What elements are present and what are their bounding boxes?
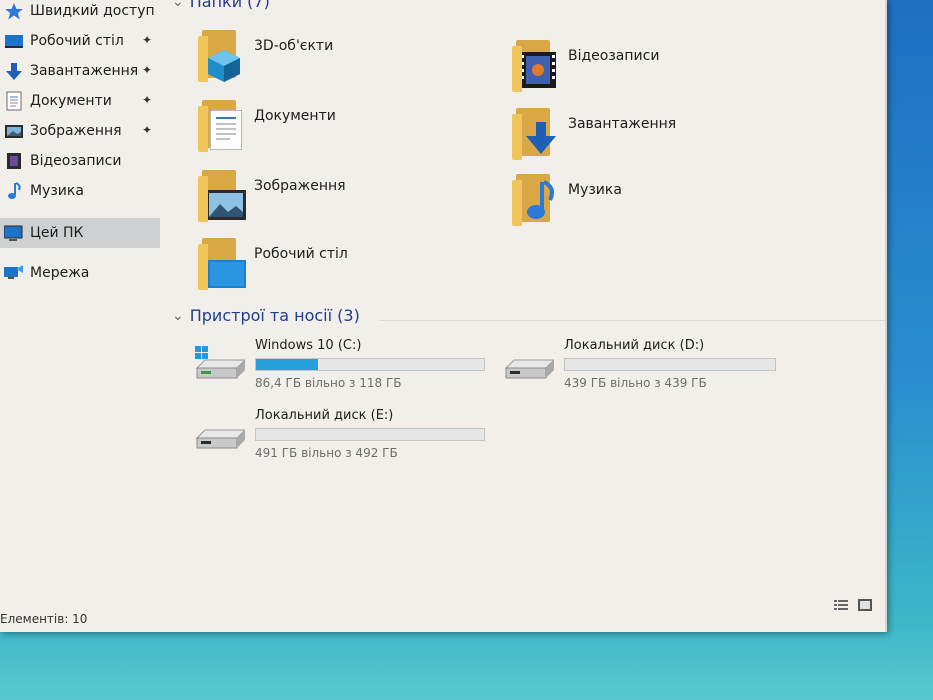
sidebar-item-label: Музика — [30, 183, 84, 199]
sidebar-quick-access[interactable]: Швидкий доступ — [0, 0, 160, 26]
music-note-icon — [4, 181, 24, 201]
drive-c[interactable]: Windows 10 (C:) 86,4 ГБ вільно з 118 ГБ — [193, 338, 493, 398]
sidebar-item-pictures[interactable]: Зображення ✦ — [0, 116, 160, 146]
chevron-down-icon: ⌄ — [172, 0, 184, 10]
folder-label: Документи — [254, 108, 336, 124]
sidebar-item-videos[interactable]: Відеозаписи — [0, 146, 160, 176]
drive-icon — [193, 420, 245, 450]
sidebar-item-this-pc[interactable]: Цей ПК — [0, 218, 160, 248]
pictures-folder-icon — [198, 170, 246, 222]
pin-icon[interactable]: ✦ — [142, 63, 152, 77]
folder-label: Відеозаписи — [568, 48, 660, 64]
sidebar-item-label: Мережа — [30, 265, 90, 281]
drive-usage-bar — [255, 358, 485, 371]
3d-objects-folder-icon — [198, 30, 246, 82]
file-explorer-window: Швидкий доступ Робочий стіл ✦ Завантажен… — [0, 0, 887, 632]
sidebar-item-label: Документи — [30, 93, 112, 109]
folders-group-header[interactable]: ⌄ Папки (7) — [172, 0, 270, 11]
drive-name: Локальний диск (E:) — [255, 408, 394, 423]
pin-icon[interactable]: ✦ — [142, 123, 152, 137]
videos-folder-icon — [512, 40, 560, 92]
image-icon — [4, 121, 24, 141]
drive-free-space: 491 ГБ вільно з 492 ГБ — [255, 446, 398, 460]
sidebar-item-label: Швидкий доступ — [30, 3, 155, 19]
document-icon — [4, 91, 24, 111]
folder-desktop[interactable]: Робочий стіл — [198, 238, 498, 298]
star-icon — [4, 1, 24, 21]
large-icons-view-icon[interactable] — [858, 596, 872, 611]
drive-e[interactable]: Локальний диск (E:) 491 ГБ вільно з 492 … — [193, 408, 493, 468]
group-title: Пристрої та носії (3) — [189, 306, 360, 325]
downloads-folder-icon — [512, 108, 560, 160]
details-view-icon[interactable] — [834, 596, 848, 610]
group-divider — [380, 320, 885, 321]
sidebar-item-downloads[interactable]: Завантаження ✦ — [0, 56, 160, 86]
folder-label: Зображення — [254, 178, 346, 194]
drive-usage-fill — [256, 359, 318, 370]
folder-music[interactable]: Музика — [512, 174, 812, 234]
computer-icon — [3, 223, 24, 243]
drive-icon — [502, 350, 554, 380]
sidebar-item-label: Цей ПК — [30, 225, 84, 241]
folder-label: Музика — [568, 182, 622, 198]
pin-icon[interactable]: ✦ — [142, 33, 152, 47]
sidebar-item-label: Зображення — [30, 123, 122, 139]
folder-documents[interactable]: Документи — [198, 100, 498, 160]
drive-free-space: 439 ГБ вільно з 439 ГБ — [564, 376, 707, 390]
drive-name: Локальний диск (D:) — [564, 338, 705, 353]
sidebar-item-label: Відеозаписи — [30, 153, 122, 169]
chevron-down-icon: ⌄ — [172, 307, 184, 324]
desktop-icon — [4, 31, 24, 51]
sidebar-item-desktop[interactable]: Робочий стіл ✦ — [0, 26, 160, 56]
devices-group-header[interactable]: ⌄ Пристрої та носії (3) — [172, 306, 360, 325]
sidebar-item-music[interactable]: Музика — [0, 176, 160, 206]
folder-3d-objects[interactable]: 3D-об'єкти — [198, 30, 498, 90]
drive-free-space: 86,4 ГБ вільно з 118 ГБ — [255, 376, 402, 390]
documents-folder-icon — [198, 100, 246, 152]
group-title: Папки (7) — [189, 0, 270, 11]
folder-videos[interactable]: Відеозаписи — [512, 40, 812, 100]
sidebar-item-label: Завантаження — [30, 63, 139, 79]
drive-usage-bar — [255, 428, 485, 441]
download-arrow-icon — [4, 61, 24, 81]
windows-drive-icon — [193, 346, 245, 380]
sidebar-item-label: Робочий стіл — [30, 33, 124, 49]
sidebar-item-network[interactable]: Мережа — [0, 258, 160, 288]
drive-d[interactable]: Локальний диск (D:) 439 ГБ вільно з 439 … — [502, 338, 802, 398]
folder-label: Завантаження — [568, 116, 677, 132]
desktop-folder-icon — [198, 238, 246, 290]
folder-label: Робочий стіл — [254, 246, 348, 262]
folder-label: 3D-об'єкти — [254, 38, 334, 54]
drive-usage-bar — [564, 358, 776, 371]
folder-pictures[interactable]: Зображення — [198, 170, 498, 230]
sidebar-item-documents[interactable]: Документи ✦ — [0, 86, 160, 116]
video-icon — [4, 151, 24, 171]
navigation-pane: Швидкий доступ Робочий стіл ✦ Завантажен… — [0, 0, 160, 600]
pin-icon[interactable]: ✦ — [142, 93, 152, 107]
music-folder-icon — [512, 174, 560, 226]
network-icon — [4, 263, 24, 283]
drive-name: Windows 10 (C:) — [255, 338, 362, 353]
folder-downloads[interactable]: Завантаження — [512, 108, 812, 168]
status-item-count: Елементів: 10 — [0, 612, 88, 626]
